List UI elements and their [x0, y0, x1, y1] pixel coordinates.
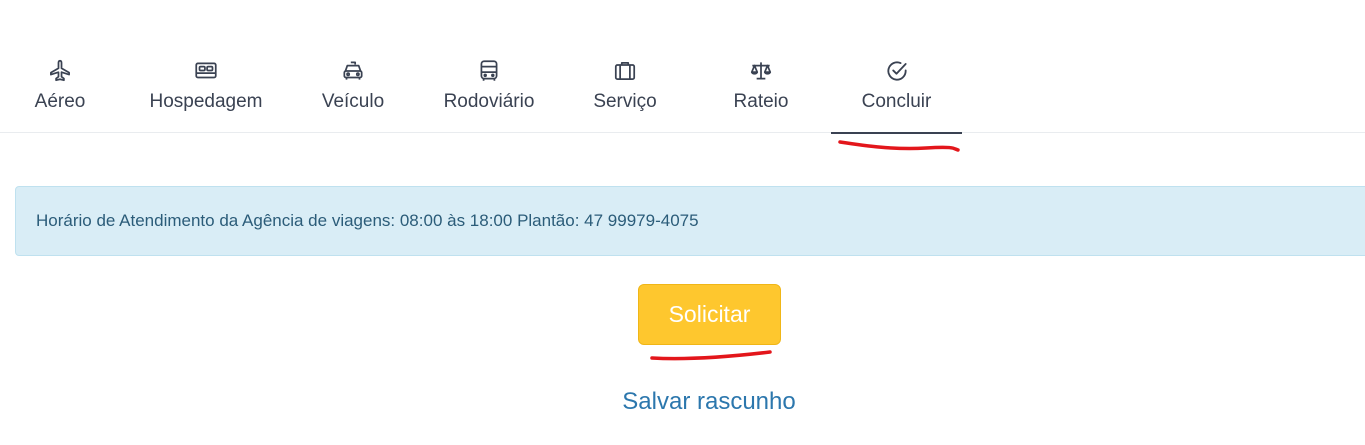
tab-label: Concluir: [861, 91, 932, 112]
tab-label: Rodoviário: [443, 91, 535, 112]
scale-icon: [748, 58, 774, 84]
solicitar-label: Solicitar: [668, 301, 751, 327]
info-alert: Horário de Atendimento da Agência de via…: [15, 186, 1365, 256]
solicitar-button[interactable]: Solicitar: [638, 284, 781, 345]
tab-label: Serviço: [593, 91, 657, 112]
tab-label: Aéreo: [34, 91, 86, 112]
tab-rodoviario[interactable]: Rodoviário: [432, 52, 546, 132]
save-draft-label: Salvar rascunho: [622, 388, 796, 415]
tab-rateio[interactable]: Rateio: [720, 52, 802, 132]
red-annotation-underline: [838, 140, 960, 152]
save-draft-link[interactable]: Salvar rascunho: [0, 388, 1365, 416]
airplane-icon: [47, 58, 73, 84]
tab-concluir[interactable]: Concluir: [831, 52, 962, 134]
tab-hospedagem[interactable]: Hospedagem: [136, 52, 276, 132]
tab-label: Veículo: [321, 91, 385, 112]
bus-icon: [476, 58, 502, 84]
red-annotation-underline: [650, 350, 772, 361]
tab-aereo[interactable]: Aéreo: [20, 52, 100, 132]
alert-text: Horário de Atendimento da Agência de via…: [36, 211, 699, 230]
check-circle-icon: [884, 58, 910, 84]
tab-servico[interactable]: Serviço: [580, 52, 670, 132]
car-icon: [340, 58, 366, 84]
briefcase-icon: [612, 58, 638, 84]
tab-label: Hospedagem: [149, 91, 263, 112]
bed-icon: [193, 58, 219, 84]
tab-veiculo[interactable]: Veículo: [308, 52, 398, 132]
step-tabs: Aéreo Hospedagem Veículo Rodoviário Serv…: [0, 0, 1365, 134]
tab-label: Rateio: [733, 91, 789, 112]
